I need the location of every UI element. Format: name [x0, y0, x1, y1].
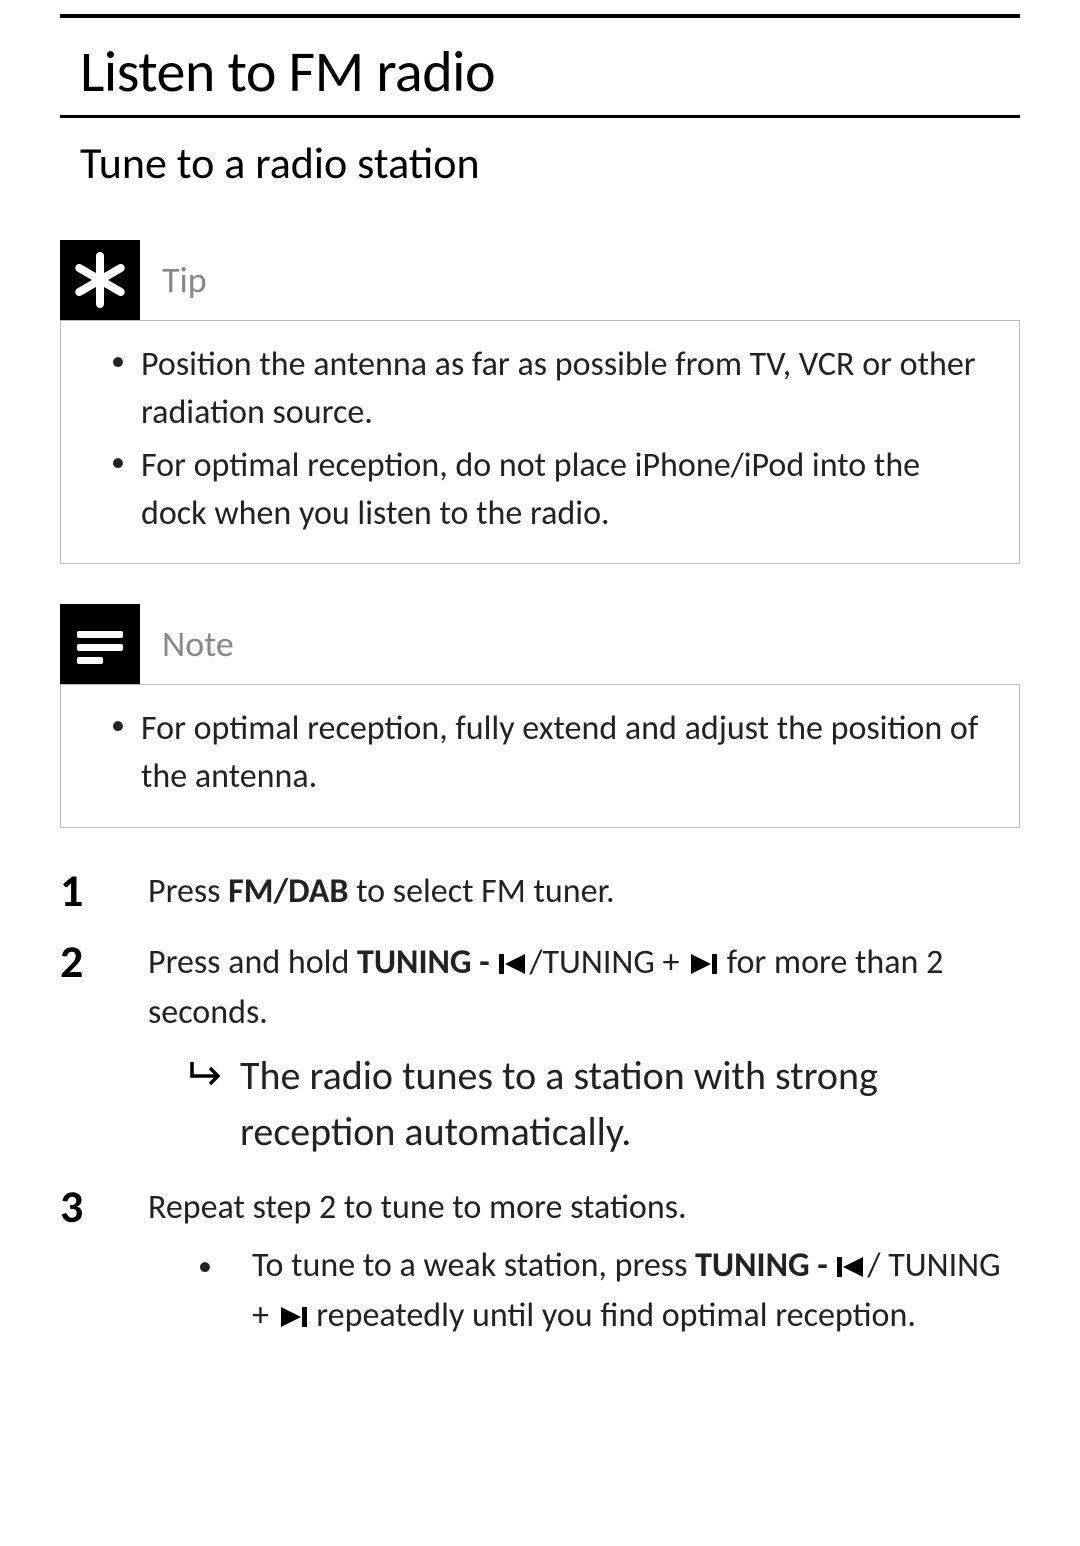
- tip-box: Position the antenna as far as possible …: [60, 320, 1020, 564]
- bullet-icon: •: [198, 1242, 212, 1341]
- tip-label: Tip: [162, 258, 207, 302]
- step-text: /TUNING +: [529, 942, 687, 983]
- step-1: 1 Press FM/DAB to select FM tuner.: [60, 868, 1020, 916]
- title-rule: [60, 115, 1020, 118]
- step-bold: TUNING -: [357, 942, 497, 983]
- note-label: Note: [162, 622, 234, 666]
- step-bold: FM/DAB: [228, 871, 348, 912]
- step-subbullet: • To tune to a weak station, press TUNIN…: [148, 1242, 1020, 1341]
- step-text: Press: [148, 871, 228, 912]
- step-text: Repeat step 2 to tune to more stations.: [148, 1187, 687, 1228]
- note-box: For optimal reception, fully extend and …: [60, 684, 1020, 827]
- prev-track-icon: [837, 1244, 865, 1292]
- step-number: 1: [60, 868, 108, 916]
- steps-list: 1 Press FM/DAB to select FM tuner. 2 Pre…: [60, 868, 1020, 1342]
- page-title: Listen to FM radio: [80, 36, 1060, 107]
- step-number: 3: [60, 1184, 108, 1341]
- top-rule: [60, 14, 1020, 18]
- tip-item: Position the antenna as far as possible …: [111, 341, 989, 436]
- note-item: For optimal reception, fully extend and …: [111, 705, 989, 800]
- tip-header: Tip: [60, 240, 1020, 320]
- subbullet-text: To tune to a weak station, press TUNING …: [252, 1242, 1020, 1341]
- sub-text: To tune to a weak station, press: [252, 1245, 695, 1286]
- step-body: Repeat step 2 to tune to more stations. …: [148, 1184, 1020, 1341]
- next-track-icon: [689, 941, 717, 989]
- prev-track-icon: [499, 941, 527, 989]
- result-text: The radio tunes to a station with strong…: [240, 1048, 1020, 1160]
- step-2: 2 Press and hold TUNING - /TUNING + for …: [60, 939, 1020, 1160]
- result-arrow-icon: [188, 1048, 222, 1160]
- step-text: Press and hold: [148, 942, 357, 983]
- tip-callout: Tip Position the antenna as far as possi…: [60, 240, 1020, 564]
- step-body: Press FM/DAB to select FM tuner.: [148, 868, 1020, 916]
- step-body: Press and hold TUNING - /TUNING + for mo…: [148, 939, 1020, 1160]
- sub-text: repeatedly until you find optimal recept…: [309, 1295, 916, 1336]
- sub-bold: TUNING -: [695, 1245, 835, 1286]
- next-track-icon: [279, 1294, 307, 1342]
- step-number: 2: [60, 939, 108, 1160]
- note-callout: Note For optimal reception, fully extend…: [60, 604, 1020, 827]
- asterisk-icon: [60, 240, 140, 320]
- section-heading: Tune to a radio station: [80, 136, 1060, 190]
- step-text: to select FM tuner.: [348, 871, 614, 912]
- note-header: Note: [60, 604, 1020, 684]
- step-3: 3 Repeat step 2 to tune to more stations…: [60, 1184, 1020, 1341]
- tip-item: For optimal reception, do not place iPho…: [111, 442, 989, 537]
- note-icon: [60, 604, 140, 684]
- step-result: The radio tunes to a station with strong…: [148, 1048, 1020, 1160]
